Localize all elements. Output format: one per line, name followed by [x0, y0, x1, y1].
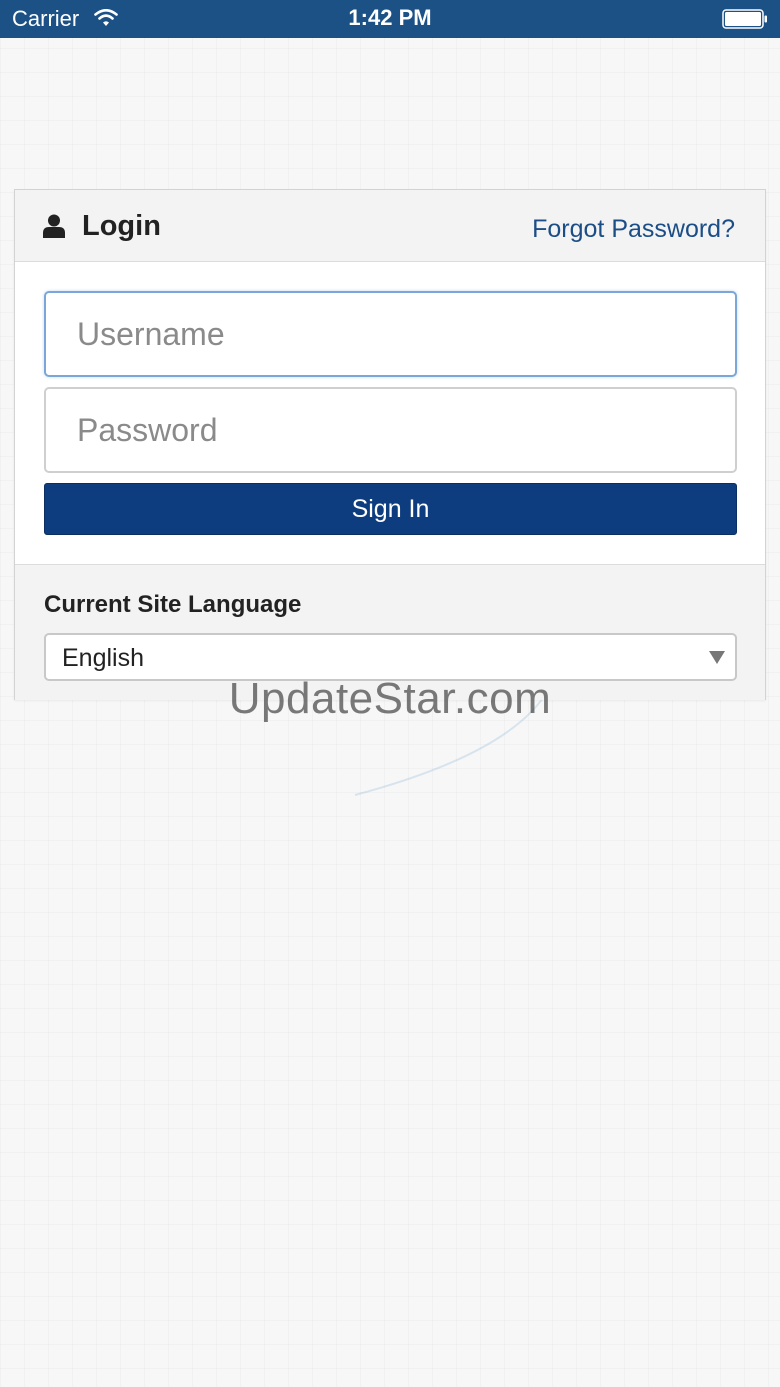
chevron-down-icon: [709, 651, 725, 664]
sign-in-button[interactable]: Sign In: [44, 483, 737, 535]
login-panel: Login Forgot Password? Sign In Current S…: [14, 189, 766, 700]
password-input[interactable]: [44, 387, 737, 473]
login-title: Login: [82, 210, 161, 242]
status-bar: Carrier 1:42 PM: [0, 0, 780, 38]
forgot-password-link[interactable]: Forgot Password?: [532, 215, 735, 244]
user-icon: [43, 214, 65, 238]
language-selected-value: English: [62, 644, 144, 672]
status-time: 1:42 PM: [348, 5, 432, 30]
watermark: UpdateStar.com: [228, 674, 552, 723]
username-input[interactable]: [44, 291, 737, 377]
language-label: Current Site Language: [44, 591, 302, 618]
login-panel-header: Login Forgot Password?: [15, 190, 765, 262]
battery-icon: [722, 9, 767, 29]
